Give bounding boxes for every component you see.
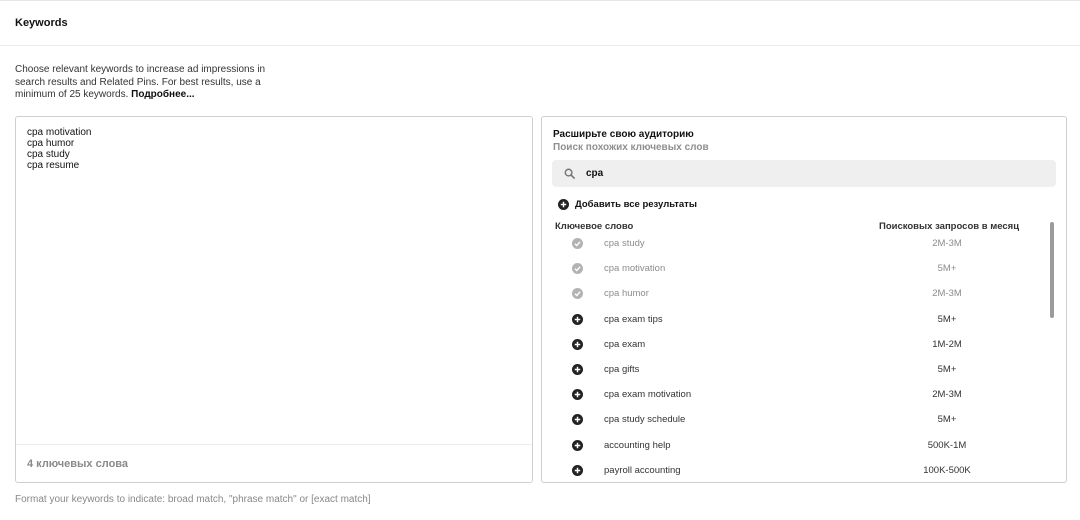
suggestion-keyword: cpa study	[604, 238, 645, 249]
add-all-label: Добавить все результаты	[575, 198, 697, 210]
keyword-line: cpa study	[27, 149, 70, 160]
suggestion-volume: 100K-500K	[923, 464, 971, 476]
suggestion-volume: 2M-3M	[932, 238, 962, 249]
plus-circle-icon[interactable]	[572, 464, 583, 476]
section-header: Keywords	[0, 1, 1080, 46]
check-circle-icon[interactable]	[572, 263, 583, 275]
suggestion-volume: 5M+	[937, 263, 957, 275]
keyword-line: cpa humor	[27, 138, 75, 149]
check-circle-icon[interactable]	[572, 288, 583, 300]
plus-circle-icon[interactable]	[572, 414, 583, 426]
search-input[interactable]	[586, 160, 1046, 187]
search-icon	[564, 168, 575, 179]
keyword-line: cpa motivation	[27, 127, 92, 138]
suggestion-keyword: cpa gifts	[604, 363, 640, 375]
check-circle-icon[interactable]	[572, 238, 583, 249]
plus-circle-icon[interactable]	[572, 313, 583, 325]
suggestion-row[interactable]: cpa exam 1M-2M	[542, 332, 1052, 357]
suggestion-keyword: accounting help	[604, 439, 671, 451]
suggestion-keyword: cpa exam motivation	[604, 389, 692, 401]
keyword-search-bar[interactable]	[552, 160, 1056, 187]
suggestion-row[interactable]: cpa motivation 5M+	[542, 256, 1052, 281]
suggestion-keyword: cpa humor	[604, 288, 649, 300]
panel-subtitle: Поиск похожих ключевых слов	[553, 142, 709, 153]
suggestion-volume: 500K-1M	[927, 439, 967, 451]
suggestion-keyword: payroll accounting	[604, 464, 681, 476]
suggestion-volume: 5M+	[937, 414, 957, 426]
format-hint: Format your keywords to indicate: broad …	[15, 494, 371, 505]
suggestion-volume: 1M-2M	[932, 338, 962, 350]
suggestion-row[interactable]: accounting help 500K-1M	[542, 433, 1052, 458]
keywords-list[interactable]: cpa motivation cpa humor cpa study cpa resu…	[27, 127, 91, 171]
suggestion-row[interactable]: cpa study schedule 5M+	[542, 407, 1052, 432]
suggestions-list: cpa study 2M-3M cpa motivation 5M+ cpa humor…	[542, 231, 1052, 482]
keywords-description: Choose relevant keywords to increase ad …	[15, 64, 285, 102]
suggestion-volume: 5M+	[937, 363, 957, 375]
suggestion-row[interactable]: cpa humor 2M-3M	[542, 281, 1052, 306]
add-all-results-button[interactable]: Добавить все результаты	[558, 198, 697, 210]
plus-circle-icon[interactable]	[572, 389, 583, 401]
panel-title: Расширьте свою аудиторию	[553, 129, 694, 140]
keywords-textarea[interactable]: cpa motivation cpa humor cpa study cpa resu…	[15, 116, 533, 483]
plus-circle-icon[interactable]	[572, 363, 583, 375]
learn-more-link[interactable]: Подробнее...	[131, 89, 194, 100]
keyword-line: cpa resume	[27, 160, 80, 171]
suggestion-keyword: cpa exam tips	[604, 313, 663, 325]
suggestion-keyword: cpa motivation	[604, 263, 666, 275]
suggestion-row[interactable]: cpa exam tips 5M+	[542, 307, 1052, 332]
expand-audience-panel: Расширьте свою аудиторию Поиск похожих к…	[541, 116, 1067, 483]
suggestion-keyword: cpa study schedule	[604, 414, 686, 426]
plus-circle-icon[interactable]	[572, 439, 583, 451]
scrollbar-thumb[interactable]	[1050, 222, 1054, 318]
suggestion-keyword: cpa exam	[604, 338, 646, 350]
plus-circle-icon	[558, 198, 569, 210]
suggestion-volume: 5M+	[937, 313, 957, 325]
keywords-footer: 4 ключевых слова	[16, 444, 532, 482]
suggestion-row[interactable]: cpa gifts 5M+	[542, 357, 1052, 382]
suggestion-volume: 2M-3M	[932, 389, 962, 401]
plus-circle-icon[interactable]	[572, 338, 583, 350]
suggestion-row[interactable]: payroll accounting 100K-500K	[542, 458, 1052, 482]
suggestion-volume: 2M-3M	[932, 288, 962, 300]
keyword-count: 4 ключевых слова	[27, 458, 129, 470]
suggestion-row[interactable]: cpa study 2M-3M	[542, 231, 1052, 256]
suggestion-row[interactable]: cpa exam motivation 2M-3M	[542, 382, 1052, 407]
section-title: Keywords	[15, 17, 68, 29]
